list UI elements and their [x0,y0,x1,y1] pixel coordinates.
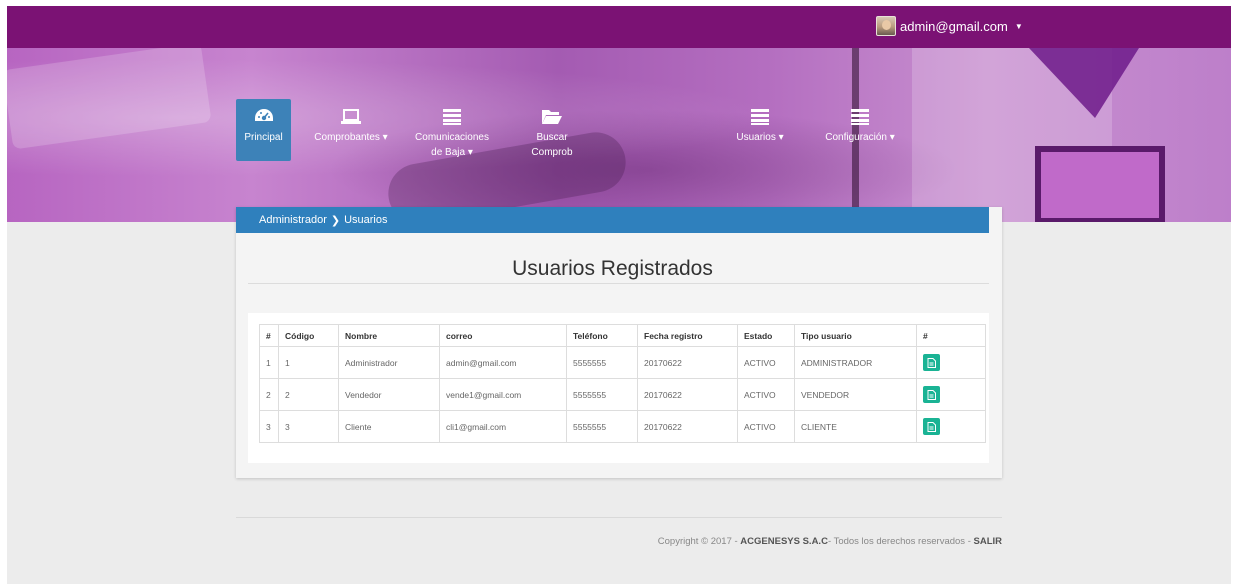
table-row: 1 1 Administrador admin@gmail.com 555555… [259,346,986,379]
col-header-tipo: Tipo usuario [794,324,917,347]
col-header-action: # [916,324,986,347]
cell-index: 3 [259,410,279,443]
col-header-estado: Estado [737,324,795,347]
top-bar: admin@gmail.com ▼ [7,6,1231,48]
table-row: 3 3 Cliente cli1@gmail.com 5555555 20170… [259,410,986,443]
cell-index: 2 [259,378,279,411]
cell-estado: ACTIVO [737,346,795,379]
users-table: # Código Nombre correo Teléfono Fecha re… [259,324,986,443]
nav-usuarios-label: Usuarios ▾ [736,132,784,143]
cell-codigo: 3 [278,410,339,443]
cell-telefono: 5555555 [566,346,638,379]
content-card: Administrador ❯ Usuarios Usuarios Regist… [236,207,1002,478]
app-frame: admin@gmail.com ▼ Principal Comprobantes… [7,6,1231,584]
nav-principal-label: Principal [244,132,283,143]
nav-configuracion-label: Configuración ▾ [825,132,895,143]
nav-comunicaciones-label2: de Baja ▾ [431,147,473,158]
cell-nombre: Cliente [338,410,440,443]
caret-down-icon: ▼ [1014,21,1023,31]
divider [248,283,989,284]
table-header-row: # Código Nombre correo Teléfono Fecha re… [259,324,986,347]
col-header-nombre: Nombre [338,324,440,347]
document-icon [927,357,936,368]
cell-tipo: ADMINISTRADOR [794,346,917,379]
cell-action [916,410,986,443]
view-document-button[interactable] [923,354,940,371]
col-header-correo: correo [439,324,567,347]
cell-nombre: Vendedor [338,378,440,411]
cell-fecha: 20170622 [637,378,738,411]
footer-copyright: Copyright © 2017 - [657,536,741,547]
view-document-button[interactable] [923,418,940,435]
document-icon [927,389,936,400]
cell-tipo: VENDEDOR [794,378,917,411]
nav-comprobantes[interactable]: Comprobantes ▾ [311,99,391,161]
cell-codigo: 2 [278,378,339,411]
breadcrumb: Administrador ❯ Usuarios [236,207,989,233]
page-title: Usuarios Registrados [512,257,713,280]
user-menu[interactable]: admin@gmail.com ▼ [876,15,1023,37]
nav-buscar-comprob[interactable]: Buscar Comprob [522,99,582,161]
document-icon [927,421,936,432]
laptop-icon [340,105,362,129]
nav-buscar-label: Buscar [536,132,568,143]
list-icon [751,105,769,129]
col-header-codigo: Código [278,324,339,347]
footer: Copyright © 2017 - ACGENESYS S.A.C- Todo… [236,536,1002,547]
footer-rights: - Todos los derechos reservados - [827,536,974,547]
list-icon [851,105,869,129]
nav-configuracion[interactable]: Configuración ▾ [819,99,901,161]
cell-fecha: 20170622 [637,410,738,443]
view-document-button[interactable] [923,386,940,403]
cell-fecha: 20170622 [637,346,738,379]
cell-telefono: 5555555 [566,410,638,443]
table-panel: # Código Nombre correo Teléfono Fecha re… [248,313,989,463]
footer-divider [236,517,1002,518]
cell-estado: ACTIVO [737,378,795,411]
chevron-right-icon: ❯ [330,214,341,227]
user-email: admin@gmail.com [900,18,1008,34]
nav-usuarios[interactable]: Usuarios ▾ [729,99,791,161]
folder-open-icon [541,105,563,129]
nav-principal[interactable]: Principal [236,99,291,161]
cell-correo: admin@gmail.com [439,346,567,379]
col-header-index: # [259,324,279,347]
col-header-telefono: Teléfono [566,324,638,347]
cell-action [916,346,986,379]
footer-company: ACGENESYS S.A.C [740,536,828,547]
nav-buscar-label2: Comprob [531,147,573,158]
cell-telefono: 5555555 [566,378,638,411]
cell-correo: cli1@gmail.com [439,410,567,443]
hero-monitor-shape [1035,146,1165,222]
list-icon [443,105,461,129]
hero-banner [7,48,1231,222]
logout-link[interactable]: SALIR [974,536,1003,547]
cell-codigo: 1 [278,346,339,379]
cell-index: 1 [259,346,279,379]
nav-comunicaciones-label: Comunicaciones [415,132,489,143]
avatar [876,16,896,36]
col-header-fecha: Fecha registro [637,324,738,347]
cell-nombre: Administrador [338,346,440,379]
cell-estado: ACTIVO [737,410,795,443]
breadcrumb-current: Usuarios [344,214,388,226]
cell-tipo: CLIENTE [794,410,917,443]
hero-laptop-shape [7,48,212,150]
dashboard-icon [253,105,275,129]
cell-action [916,378,986,411]
nav-comprobantes-label: Comprobantes ▾ [314,132,388,143]
table-row: 2 2 Vendedor vende1@gmail.com 5555555 20… [259,378,986,411]
nav-comunicaciones-baja[interactable]: Comunicaciones de Baja ▾ [407,99,497,161]
breadcrumb-root[interactable]: Administrador [259,214,327,226]
cell-correo: vende1@gmail.com [439,378,567,411]
